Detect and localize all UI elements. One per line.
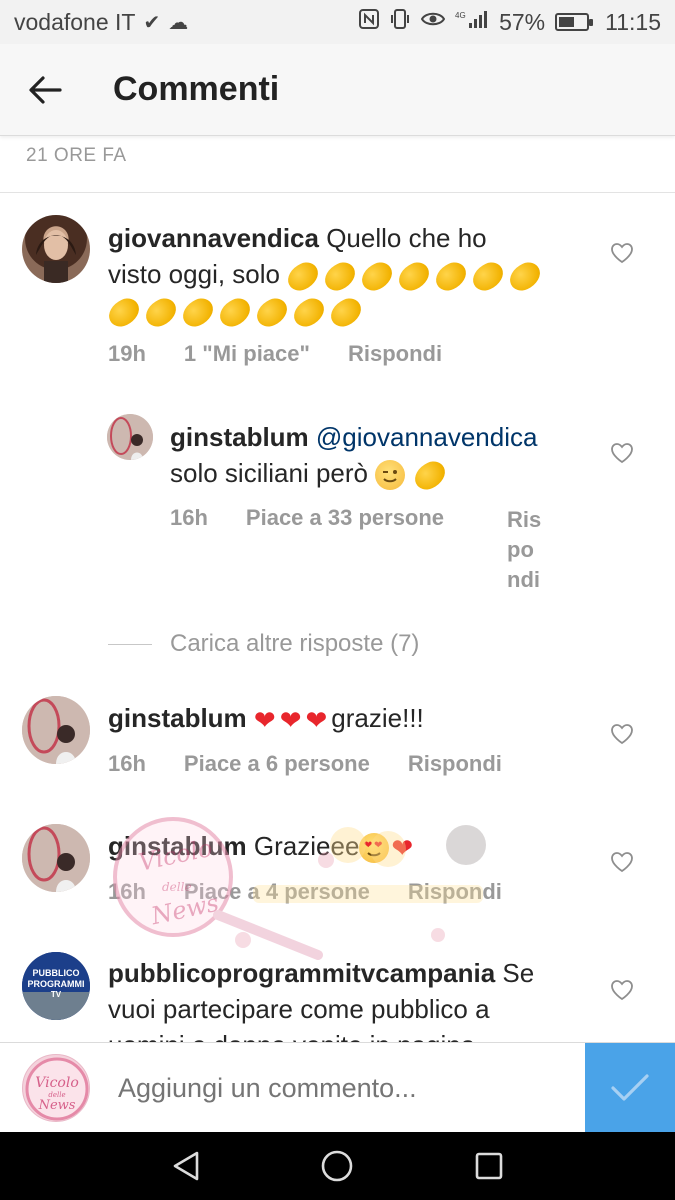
post-comment-button[interactable]: [585, 1043, 675, 1133]
avatar-text: TV: [51, 990, 62, 999]
avatar-text: PUBBLICO: [33, 968, 80, 978]
comment-item: PUBBLICO PROGRAMMI TV pubblicoprogrammitvc…: [0, 0, 675, 1042]
back-nav-button[interactable]: [166, 1146, 206, 1186]
like-button[interactable]: [607, 975, 637, 1005]
heart-outline-icon: [611, 980, 633, 1001]
comment-username[interactable]: pubblicoprogrammitvcampania: [108, 958, 495, 988]
comment-text: vuoi partecipare come pubblico a: [108, 994, 490, 1024]
avatar-text: News: [38, 1098, 76, 1113]
check-icon: [611, 1074, 649, 1101]
recents-nav-button[interactable]: [469, 1146, 509, 1186]
avatar[interactable]: PUBBLICO PROGRAMMI TV: [22, 952, 90, 1020]
comment-body: pubblicoprogrammitvcampania Se vuoi part…: [108, 955, 588, 1042]
circle-home-icon: [322, 1150, 353, 1182]
current-user-avatar: Vicolo delle News: [22, 1054, 90, 1122]
avatar-text: PROGRAMMI: [28, 979, 85, 989]
triangle-back-icon: [173, 1151, 199, 1181]
system-nav-bar: [0, 1132, 675, 1200]
home-nav-button[interactable]: [317, 1146, 357, 1186]
square-recents-icon: [475, 1152, 503, 1180]
comment-text: Se: [502, 958, 535, 988]
comment-composer: Vicolo delle News: [0, 1042, 675, 1133]
comment-text: uomini e donne venite in pagina: [108, 1030, 475, 1042]
avatar-text: Vicolo: [35, 1075, 79, 1091]
comment-input[interactable]: [118, 1043, 578, 1133]
